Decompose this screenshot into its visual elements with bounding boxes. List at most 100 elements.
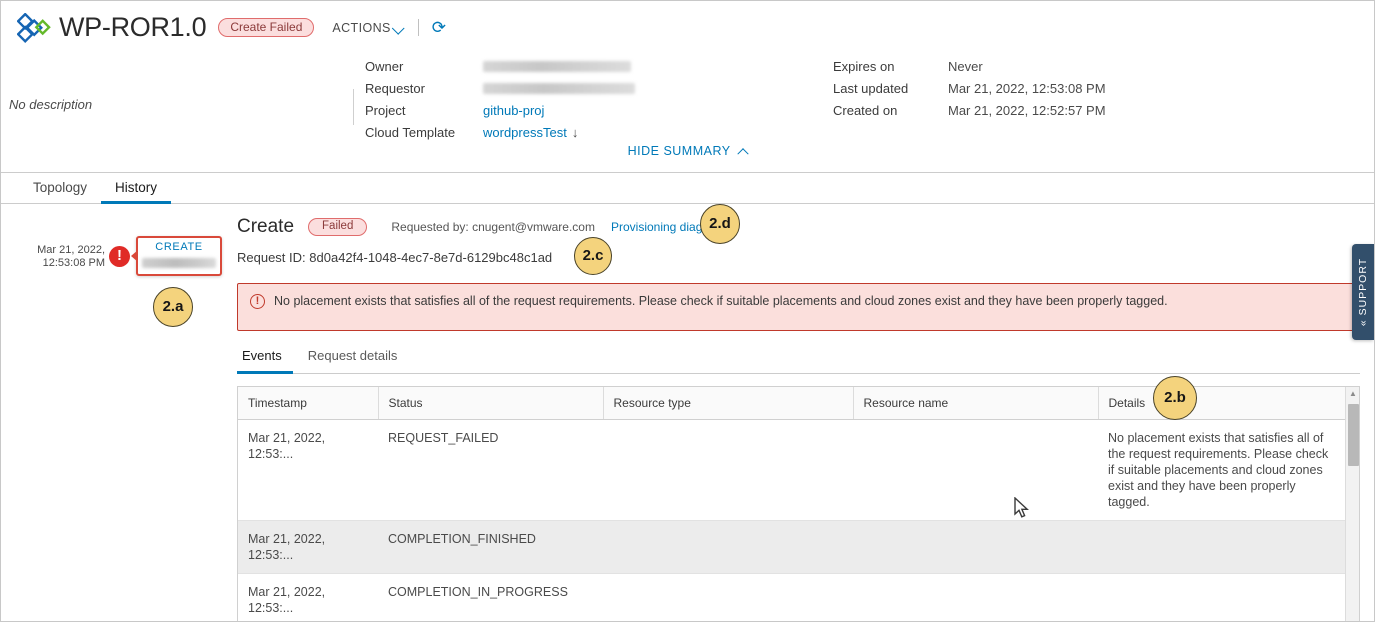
table-row[interactable]: Mar 21, 2022, 12:53:... COMPLETION_IN_PR… <box>238 573 1345 621</box>
application-window: WP-ROR1.0 Create Failed ACTIONS ⟳ No des… <box>0 0 1375 622</box>
callout-notch <box>131 250 138 262</box>
events-table: Timestamp Status Resource type Resource … <box>238 387 1345 621</box>
scroll-up-arrow-icon[interactable]: ▲ <box>1346 387 1360 401</box>
timeline-create-card[interactable]: CREATE <box>131 236 222 276</box>
project-link[interactable]: github-proj <box>483 103 544 118</box>
redacted-card-subtext <box>142 258 216 268</box>
annotation-badge-2b: 2.b <box>1153 376 1197 420</box>
support-tab-label: « SUPPORT <box>1357 258 1369 326</box>
table-row[interactable]: Mar 21, 2022, 12:53:... REQUEST_FAILED N… <box>238 419 1345 521</box>
column-header-resource-type[interactable]: Resource type <box>603 387 854 420</box>
refresh-icon[interactable]: ⟳ <box>432 19 446 36</box>
cell-resource-name <box>853 520 1098 574</box>
actions-label: ACTIONS <box>332 20 391 35</box>
timeline-card-label: CREATE <box>155 241 203 253</box>
detail-subtabbar: Events Request details <box>237 348 1360 374</box>
page-title: WP-ROR1.0 <box>59 12 207 42</box>
description-text: No description <box>9 97 93 112</box>
requested-by-text: Requested by: cnugent@vmware.com <box>391 220 595 234</box>
field-owner: Owner <box>365 55 635 77</box>
toolbar-divider <box>417 19 419 36</box>
support-tab-button[interactable]: « SUPPORT <box>1352 244 1374 340</box>
request-status-badge: Failed <box>308 217 368 237</box>
annotation-badge-2c: 2.c <box>574 237 612 275</box>
redacted-value-owner <box>483 60 631 72</box>
field-expires-on: Expires on Never <box>833 55 1106 77</box>
cell-status: COMPLETION_FINISHED <box>378 520 603 574</box>
cell-resource-type <box>603 419 853 521</box>
support-chevron-icon: « <box>1357 319 1369 327</box>
annotation-badge-2d: 2.d <box>700 204 740 244</box>
timeline-date-line1: Mar 21, 2022, <box>37 244 105 256</box>
summary-fields-left: Owner Requestor Project github-proj Clou… <box>365 55 635 143</box>
cell-details <box>1098 520 1345 574</box>
request-id-label: Request ID: <box>237 250 306 265</box>
column-header-details[interactable]: Details <box>1098 387 1345 420</box>
summary-divider <box>353 89 354 125</box>
chevron-down-icon <box>391 21 405 35</box>
field-label: Cloud Template <box>365 124 456 140</box>
tab-label: Topology <box>33 179 88 195</box>
request-id-row: Request ID: 8d0a42f4-1048-4ec7-8e7d-6129… <box>237 250 1374 265</box>
error-alert-banner: ! No placement exists that satisfies all… <box>237 283 1360 331</box>
field-label: Requestor <box>365 80 425 96</box>
subtab-request-details[interactable]: Request details <box>303 348 409 374</box>
request-title-row: Create Failed Requested by: cnugent@vmwa… <box>237 214 1374 240</box>
annotation-label: 2.c <box>582 247 604 264</box>
cell-resource-type <box>603 573 853 621</box>
cell-details <box>1098 573 1345 621</box>
field-value: Mar 21, 2022, 12:53:08 PM <box>948 80 1106 96</box>
cell-resource-type <box>603 520 853 574</box>
cell-details: No placement exists that satisfies all o… <box>1098 419 1345 521</box>
download-icon[interactable]: ↓ <box>572 125 579 140</box>
page-header: WP-ROR1.0 Create Failed ACTIONS ⟳ No des… <box>1 1 1374 173</box>
alert-info-circle-icon: ! <box>250 294 265 309</box>
actions-menu-button[interactable]: ACTIONS <box>332 20 405 35</box>
request-header: Create Failed Requested by: cnugent@vmwa… <box>233 204 1374 265</box>
field-label: Expires on <box>833 58 895 74</box>
app-logo-icon <box>16 11 51 43</box>
subtab-label: Request details <box>307 348 398 363</box>
field-label: Owner <box>365 58 404 74</box>
annotation-label: 2.d <box>709 215 731 232</box>
chevron-up-icon <box>737 148 750 160</box>
cell-timestamp: Mar 21, 2022, 12:53:... <box>238 419 378 521</box>
summary-fields-right: Expires on Never Last updated Mar 21, 20… <box>833 55 1106 143</box>
field-requestor: Requestor <box>365 77 635 99</box>
summary-section: No description Owner Requestor Project g… <box>1 45 1374 143</box>
status-badge: Create Failed <box>218 18 315 37</box>
support-label-text: SUPPORT <box>1357 257 1369 316</box>
tab-history[interactable]: History <box>101 173 172 204</box>
events-table-wrapper: Timestamp Status Resource type Resource … <box>237 386 1360 621</box>
column-header-timestamp[interactable]: Timestamp <box>238 387 379 420</box>
scrollbar-thumb[interactable] <box>1348 404 1359 466</box>
cloud-template-link[interactable]: wordpressTest <box>483 125 567 140</box>
field-created-on: Created on Mar 21, 2022, 12:52:57 PM <box>833 99 1106 121</box>
field-project: Project github-proj <box>365 99 635 121</box>
field-label: Last updated <box>833 80 909 96</box>
subtab-events[interactable]: Events <box>237 348 293 374</box>
cell-status: COMPLETION_IN_PROGRESS <box>378 573 603 621</box>
annotation-badge-2a: 2.a <box>153 287 193 327</box>
request-detail-panel: Create Failed Requested by: cnugent@vmwa… <box>233 204 1374 621</box>
field-last-updated: Last updated Mar 21, 2022, 12:53:08 PM <box>833 77 1106 99</box>
tab-label: History <box>115 179 158 195</box>
request-id-value: 8d0a42f4-1048-4ec7-8e7d-6129bc48c1ad <box>309 250 553 265</box>
hide-summary-button[interactable]: HIDE SUMMARY <box>1 144 1374 160</box>
redacted-value-requestor <box>483 82 635 94</box>
main-tabbar: Topology History <box>1 173 1374 204</box>
column-header-status[interactable]: Status <box>378 387 604 420</box>
error-exclamation-icon: ! <box>109 246 130 267</box>
tab-topology[interactable]: Topology <box>19 173 101 204</box>
field-label: Created on <box>833 102 898 118</box>
alert-message: No placement exists that satisfies all o… <box>274 294 1168 308</box>
timeline-timestamp: Mar 21, 2022, 12:53:08 PM <box>13 244 105 270</box>
table-vertical-scrollbar[interactable]: ▲ ▼ <box>1345 387 1360 621</box>
field-label: Project <box>365 102 406 118</box>
timeline-date-line2: 12:53:08 PM <box>42 257 105 269</box>
column-header-resource-name[interactable]: Resource name <box>853 387 1099 420</box>
cell-status: REQUEST_FAILED <box>378 419 603 521</box>
table-row[interactable]: Mar 21, 2022, 12:53:... COMPLETION_FINIS… <box>238 520 1345 574</box>
annotation-label: 2.a <box>162 298 184 315</box>
annotation-label: 2.b <box>1164 389 1186 406</box>
